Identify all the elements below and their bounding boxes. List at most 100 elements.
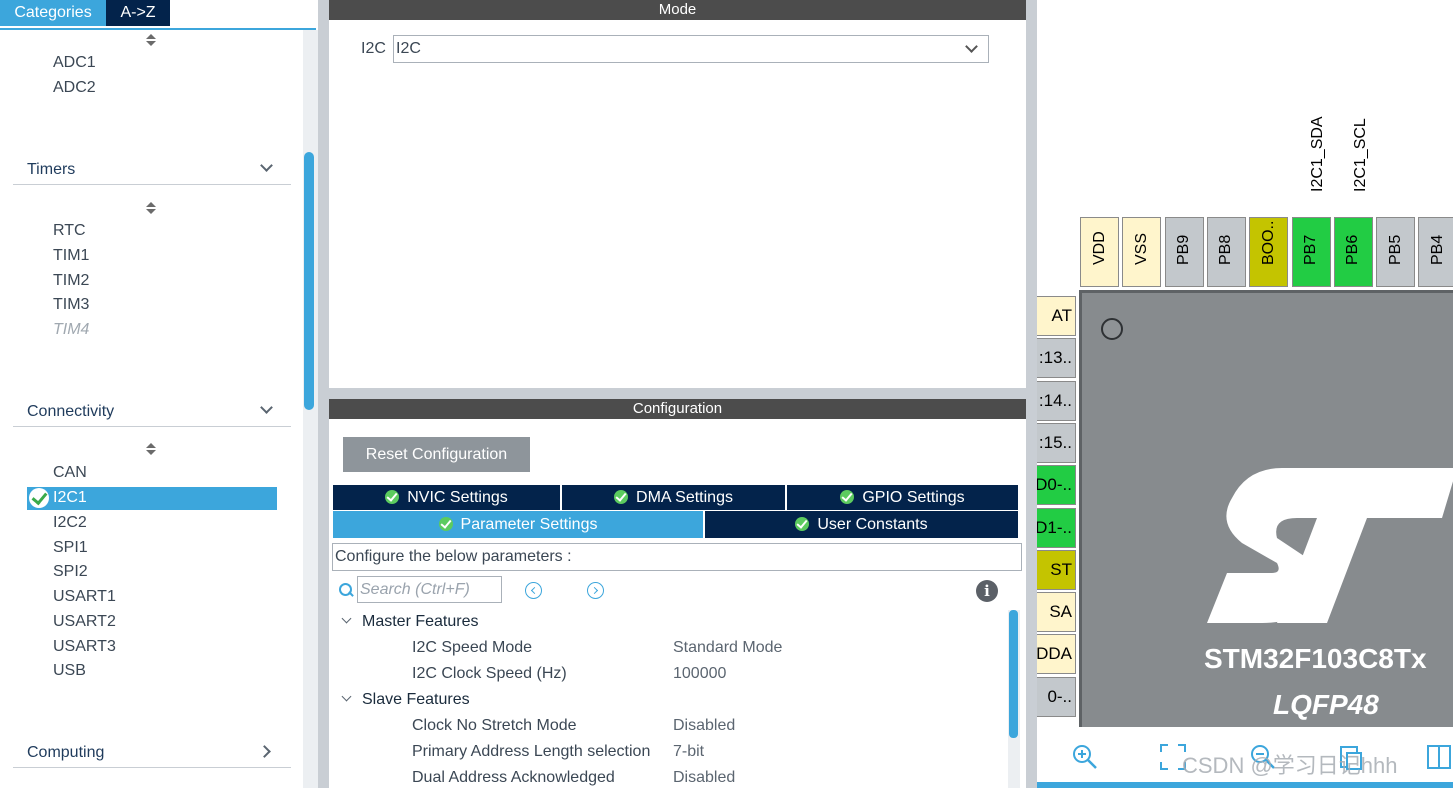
tab-parameter-settings[interactable]: Parameter Settings bbox=[333, 511, 703, 538]
chevron-down-icon[interactable] bbox=[341, 613, 352, 624]
list-item-spi2[interactable]: SPI2 bbox=[53, 561, 88, 583]
search-input[interactable] bbox=[357, 576, 502, 603]
pin-vss[interactable]: VSS bbox=[1122, 217, 1162, 287]
list-item-usart1[interactable]: USART1 bbox=[53, 586, 116, 608]
category-tab-bar: Categories A->Z bbox=[0, 0, 316, 30]
list-item-adc1[interactable]: ADC1 bbox=[53, 52, 96, 74]
splitter[interactable] bbox=[1026, 0, 1037, 788]
check-icon bbox=[840, 490, 855, 504]
list-item-i2c2[interactable]: I2C2 bbox=[53, 512, 87, 534]
list-item-usart3[interactable]: USART3 bbox=[53, 636, 116, 658]
splitter[interactable] bbox=[318, 0, 329, 788]
param-name: Primary Address Length selection bbox=[412, 743, 651, 760]
configure-hint: Configure the below parameters : bbox=[332, 543, 1022, 571]
param-value[interactable]: Standard Mode bbox=[673, 637, 782, 659]
pin-pb6[interactable]: PB6 bbox=[1333, 217, 1373, 287]
chip-package: LQFP48 bbox=[1273, 689, 1379, 720]
st-logo-icon bbox=[1207, 468, 1453, 623]
param-value[interactable]: Disabled bbox=[673, 715, 735, 737]
tab-user-constants[interactable]: User Constants bbox=[705, 511, 1018, 538]
reset-configuration-button[interactable]: Reset Configuration bbox=[343, 437, 530, 472]
tab-a-to-z[interactable]: A->Z bbox=[106, 0, 170, 26]
pin-label: :13.. bbox=[1038, 348, 1072, 368]
pin-pb8[interactable]: PB8 bbox=[1206, 217, 1246, 287]
split-view-icon[interactable] bbox=[1425, 743, 1453, 771]
list-item-can[interactable]: CAN bbox=[53, 462, 87, 484]
tab-dma-settings[interactable]: DMA Settings bbox=[562, 485, 785, 510]
mode-panel: Mode I2C I2C bbox=[329, 0, 1026, 388]
pin-left-5[interactable]: D1-.. bbox=[1037, 507, 1076, 548]
list-item-usart2[interactable]: USART2 bbox=[53, 611, 116, 633]
pin-label: :15.. bbox=[1038, 432, 1072, 452]
check-icon bbox=[438, 517, 453, 531]
section-title-computing: Computing bbox=[27, 744, 105, 761]
pin-left-4[interactable]: D0-.. bbox=[1037, 465, 1076, 506]
tab-label: GPIO Settings bbox=[862, 489, 965, 506]
zoom-in-icon[interactable] bbox=[1071, 743, 1099, 771]
list-item-usb[interactable]: USB bbox=[53, 660, 86, 682]
section-computing[interactable]: Computing bbox=[13, 738, 291, 768]
pin-vdd[interactable]: VDD bbox=[1080, 217, 1119, 287]
param-value[interactable]: 7-bit bbox=[673, 741, 704, 763]
pin-left-8[interactable]: DDA bbox=[1037, 634, 1076, 675]
list-item-i2c1[interactable]: I2C1 bbox=[27, 487, 277, 510]
chevron-right-icon[interactable] bbox=[258, 745, 271, 758]
pin-label: PB8 bbox=[1217, 234, 1235, 265]
pin-boo[interactable]: BOO.. bbox=[1249, 217, 1289, 287]
pin-pb5[interactable]: PB5 bbox=[1376, 217, 1416, 287]
sort-icon[interactable] bbox=[146, 34, 156, 48]
check-icon bbox=[385, 490, 400, 504]
tab-categories[interactable]: Categories bbox=[0, 0, 106, 26]
pin-left-3[interactable]: :15.. bbox=[1037, 422, 1076, 463]
param-name: I2C Clock Speed (Hz) bbox=[412, 665, 567, 682]
mode-select[interactable]: I2C bbox=[393, 35, 989, 63]
pin-left-9[interactable]: 0-.. bbox=[1037, 676, 1076, 717]
sort-icon[interactable] bbox=[146, 202, 156, 216]
pin-label: PB6 bbox=[1344, 234, 1362, 265]
prev-icon[interactable] bbox=[525, 582, 542, 599]
section-connectivity[interactable]: Connectivity bbox=[13, 397, 291, 427]
scrollbar-thumb[interactable] bbox=[304, 152, 314, 410]
tab-gpio-settings[interactable]: GPIO Settings bbox=[787, 485, 1018, 510]
pin-left-0[interactable]: AT bbox=[1037, 296, 1076, 336]
chevron-down-icon[interactable] bbox=[341, 691, 352, 702]
list-item-adc2[interactable]: ADC2 bbox=[53, 77, 96, 99]
info-icon[interactable]: i bbox=[976, 580, 998, 602]
pin-left-2[interactable]: :14.. bbox=[1037, 380, 1076, 421]
splitter[interactable] bbox=[329, 388, 1026, 399]
pin-label: DDA bbox=[1037, 644, 1072, 664]
list-item-tim3[interactable]: TIM3 bbox=[53, 294, 89, 316]
sort-icon[interactable] bbox=[146, 443, 156, 457]
pin-left-7[interactable]: SA bbox=[1037, 592, 1076, 633]
pin-label: ST bbox=[1050, 559, 1072, 579]
pin-pb4[interactable]: PB4 bbox=[1418, 217, 1453, 287]
scrollbar-thumb[interactable] bbox=[1009, 610, 1018, 738]
group-title: Slave Features bbox=[362, 691, 470, 708]
pin-left-6[interactable]: ST bbox=[1037, 549, 1076, 590]
group-slave-features[interactable]: Slave Features bbox=[339, 689, 470, 711]
list-item-tim1[interactable]: TIM1 bbox=[53, 245, 89, 267]
check-icon bbox=[795, 517, 810, 531]
list-item-tim2[interactable]: TIM2 bbox=[53, 270, 89, 292]
signal-label-scl: I2C1_SCL bbox=[1352, 118, 1369, 192]
configuration-header: Configuration bbox=[329, 399, 1026, 419]
pin-pb9[interactable]: PB9 bbox=[1164, 217, 1204, 287]
configuration-panel: Configuration Reset Configuration NVIC S… bbox=[329, 399, 1026, 788]
list-item-rtc[interactable]: RTC bbox=[53, 220, 86, 242]
param-value[interactable]: 100000 bbox=[673, 663, 726, 685]
section-timers[interactable]: Timers bbox=[13, 155, 291, 185]
param-name: Clock No Stretch Mode bbox=[412, 717, 577, 734]
pin-pb7[interactable]: PB7 bbox=[1291, 217, 1331, 287]
list-item-spi1[interactable]: SPI1 bbox=[53, 537, 88, 559]
watermark: CSDN @学习日记hhh bbox=[1182, 753, 1398, 778]
pin-label: D0-.. bbox=[1037, 475, 1072, 495]
pin-label: BOO.. bbox=[1259, 220, 1277, 265]
chevron-down-icon[interactable] bbox=[260, 401, 273, 414]
next-icon[interactable] bbox=[587, 582, 604, 599]
tab-nvic-settings[interactable]: NVIC Settings bbox=[333, 485, 560, 510]
group-master-features[interactable]: Master Features bbox=[339, 611, 478, 633]
chevron-down-icon[interactable] bbox=[260, 159, 273, 172]
pin-label: 0-.. bbox=[1047, 686, 1072, 706]
param-value[interactable]: Disabled bbox=[673, 767, 735, 788]
pin-left-1[interactable]: :13.. bbox=[1037, 338, 1076, 379]
